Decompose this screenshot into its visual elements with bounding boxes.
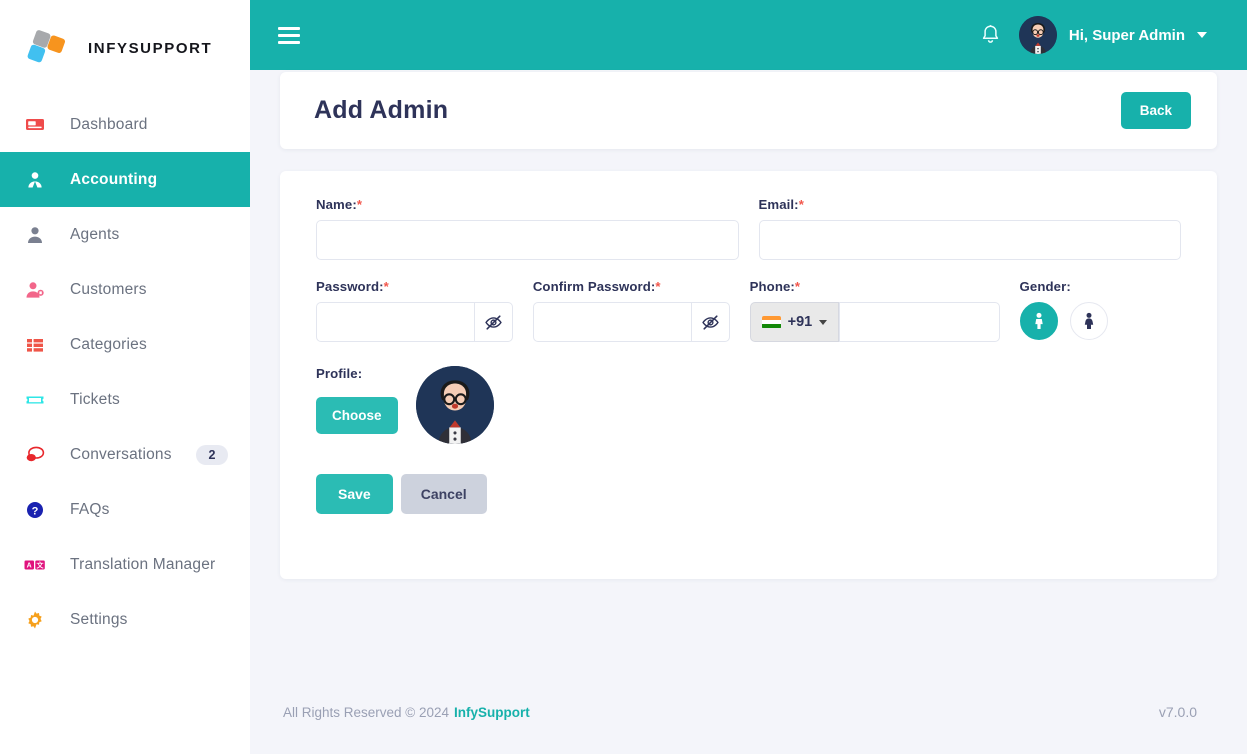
eye-slash-icon[interactable] (691, 302, 730, 342)
gender-option-male[interactable] (1019, 302, 1058, 340)
form-row-1: Name:* Email:* (306, 197, 1191, 260)
required-marker: * (798, 197, 804, 212)
footer-brand-link[interactable]: InfySupport (454, 705, 530, 720)
page-header-card: Add Admin Back (280, 72, 1217, 149)
field-phone: Phone:* +91 (740, 279, 1010, 342)
svg-text:A: A (27, 562, 32, 569)
required-marker: * (794, 279, 801, 294)
sidebar-item-label: Customers (70, 280, 147, 298)
female-icon (1081, 312, 1097, 330)
svg-text:?: ? (32, 505, 39, 517)
field-gender: Gender: (1010, 279, 1191, 342)
brand[interactable]: INFYSUPPORT (0, 0, 250, 97)
field-confirm-password: Confirm Password:* (523, 279, 740, 342)
status-badge: 2 (196, 444, 228, 465)
name-label: Name:* (316, 197, 363, 212)
brand-name: INFYSUPPORT (88, 40, 213, 57)
sidebar-item-label: Categories (70, 335, 147, 353)
required-marker: * (383, 279, 389, 294)
field-password: Password:* (306, 279, 523, 342)
field-name: Name:* (306, 197, 749, 260)
sidebar-item-agents[interactable]: Agents (0, 207, 250, 262)
country-code-value: +91 (787, 314, 813, 330)
eye-slash-icon[interactable] (474, 302, 513, 342)
confirm-password-input[interactable] (532, 302, 692, 342)
topbar-right: Hi, Super Admin (980, 16, 1207, 54)
email-input[interactable] (758, 220, 1181, 260)
choose-file-button[interactable]: Choose (316, 397, 398, 434)
translation-manager-icon: A 文 (24, 554, 46, 576)
required-marker: * (655, 279, 661, 294)
name-input[interactable] (316, 220, 739, 260)
sidebar-item-label: Agents (70, 225, 120, 243)
form-actions: Save Cancel (306, 474, 1191, 514)
sidebar-item-label: Settings (70, 610, 128, 628)
form-row-2: Password:* Confirm Password:* Phone:* +9… (306, 279, 1191, 342)
categories-icon (24, 334, 46, 356)
conversations-icon (24, 444, 46, 466)
field-profile: Profile: Choose (306, 366, 1191, 444)
sidebar-item-label: Translation Manager (70, 555, 216, 573)
sidebar-item-label: FAQs (70, 500, 110, 518)
password-input[interactable] (316, 302, 475, 342)
sidebar-item-accounting[interactable]: Accounting (0, 152, 250, 207)
sidebar-item-label: Accounting (70, 170, 158, 188)
avatar (1018, 16, 1057, 54)
version-label: v7.0.0 (1158, 704, 1197, 720)
faqs-icon: ? (24, 499, 46, 521)
sidebar-item-conversations[interactable]: Conversations 2 (0, 427, 250, 482)
app-root: INFYSUPPORT Dashboard Accounting Agents … (0, 0, 1247, 754)
phone-label: Phone:* (749, 279, 801, 294)
sidebar-item-dashboard[interactable]: Dashboard (0, 97, 250, 152)
tickets-icon (24, 389, 46, 411)
footer: All Rights Reserved © 2024 InfySupport v… (250, 670, 1247, 754)
sidebar-item-label: Tickets (70, 390, 120, 408)
customers-icon (24, 279, 46, 301)
gender-label: Gender: (1019, 279, 1071, 294)
field-email: Email:* (749, 197, 1192, 260)
infy-logo-icon (26, 29, 66, 69)
email-label: Email:* (758, 197, 804, 212)
male-icon (1031, 312, 1047, 330)
sidebar-item-categories[interactable]: Categories (0, 317, 250, 372)
country-code-select[interactable]: +91 (749, 302, 840, 342)
profile-label: Profile: (316, 366, 363, 381)
bell-icon[interactable] (980, 24, 1001, 46)
sidebar-item-settings[interactable]: Settings (0, 592, 250, 647)
add-admin-form: Name:* Email:* Password:* Confirm Passwo… (280, 171, 1217, 579)
sidebar-item-translation-manager[interactable]: A 文 Translation Manager (0, 537, 250, 592)
confirm-password-label: Confirm Password:* (532, 279, 661, 294)
password-label: Password:* (316, 279, 389, 294)
sidebar-nav: Dashboard Accounting Agents Customers Ca… (0, 97, 250, 647)
phone-input[interactable] (839, 302, 1000, 342)
india-flag-icon (761, 315, 781, 329)
main-area: Hi, Super Admin Add Admin Back Name:* Em… (250, 0, 1247, 754)
user-menu[interactable]: Hi, Super Admin (1018, 16, 1207, 54)
back-button[interactable]: Back (1120, 92, 1191, 129)
dashboard-icon (24, 114, 46, 136)
sidebar: INFYSUPPORT Dashboard Accounting Agents … (0, 0, 250, 754)
hamburger-icon[interactable] (278, 26, 300, 44)
save-button[interactable]: Save (316, 474, 393, 514)
agents-icon (24, 224, 46, 246)
content-wrap: Add Admin Back Name:* Email:* Password:*… (250, 70, 1247, 670)
required-marker: * (356, 197, 363, 212)
sidebar-item-tickets[interactable]: Tickets (0, 372, 250, 427)
topbar: Hi, Super Admin (250, 0, 1247, 70)
accounting-icon (24, 169, 46, 191)
svg-text:文: 文 (37, 560, 45, 569)
sidebar-item-label: Conversations (70, 445, 172, 463)
user-greeting: Hi, Super Admin (1068, 26, 1185, 44)
settings-gear-icon (24, 609, 46, 631)
caret-down-icon (819, 319, 828, 325)
sidebar-item-customers[interactable]: Customers (0, 262, 250, 317)
copyright-text: All Rights Reserved © 2024 (283, 704, 450, 720)
chevron-down-icon[interactable] (1197, 32, 1207, 38)
gender-option-female[interactable] (1069, 302, 1108, 340)
profile-preview[interactable] (415, 366, 494, 444)
sidebar-item-label: Dashboard (70, 115, 148, 133)
page-title: Add Admin (314, 96, 449, 124)
cancel-button[interactable]: Cancel (400, 474, 487, 514)
sidebar-item-faqs[interactable]: ? FAQs (0, 482, 250, 537)
